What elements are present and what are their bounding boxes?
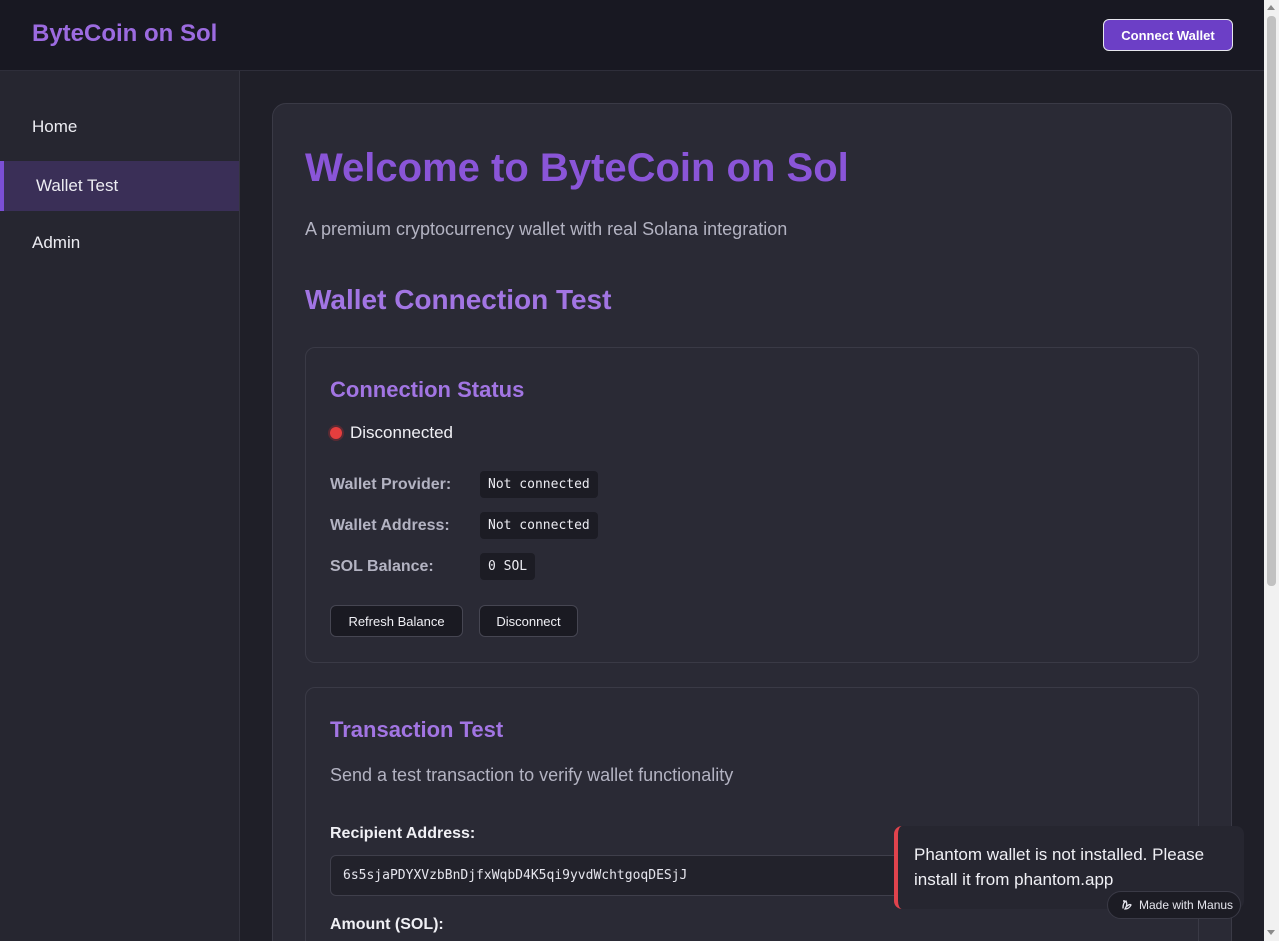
made-with-manus-label: Made with Manus	[1139, 898, 1234, 912]
connection-status-text: Disconnected	[350, 423, 454, 442]
transaction-description: Send a test transaction to verify wallet…	[330, 765, 734, 785]
connect-wallet-button[interactable]: Connect Wallet	[1103, 19, 1233, 51]
sidebar-item-admin[interactable]: Admin	[0, 218, 239, 268]
sidebar: Home Wallet Test Admin	[0, 71, 240, 941]
manus-logo-icon	[1122, 900, 1132, 910]
connection-status-card: Connection Status Disconnected Wallet Pr…	[305, 347, 1199, 663]
wallet-address-value: Not connected	[480, 512, 598, 539]
sol-balance-value: 0 SOL	[480, 553, 536, 580]
sol-balance-label: SOL Balance:	[330, 557, 434, 575]
amount-label: Amount (SOL):	[330, 916, 444, 933]
wallet-provider-label: Wallet Provider:	[330, 475, 452, 493]
scroll-thumb[interactable]	[1267, 16, 1276, 586]
connection-status-title: Connection Status	[330, 377, 525, 402]
recipient-address-label: Recipient Address:	[330, 825, 476, 842]
wallet-address-row: Wallet Address: Not connected	[330, 512, 598, 539]
scroll-up-icon[interactable]	[1267, 5, 1275, 10]
sidebar-item-wallet-test[interactable]: Wallet Test	[0, 161, 239, 211]
transaction-test-title: Transaction Test	[330, 717, 504, 742]
page-scrollbar[interactable]	[1264, 0, 1279, 941]
wallet-address-label: Wallet Address:	[330, 516, 450, 534]
section-title: Wallet Connection Test	[305, 284, 612, 315]
wallet-provider-value: Not connected	[480, 471, 598, 498]
brand-title[interactable]: ByteCoin on Sol	[32, 20, 217, 48]
scroll-down-icon[interactable]	[1267, 930, 1275, 935]
top-header: ByteCoin on Sol Connect Wallet	[0, 0, 1264, 71]
sidebar-item-home[interactable]: Home	[0, 102, 239, 152]
connection-status-row: Disconnected	[330, 423, 453, 443]
app-root: ByteCoin on Sol Connect Wallet Home Wall…	[0, 0, 1279, 941]
page-title: Welcome to ByteCoin on Sol	[305, 146, 849, 190]
refresh-balance-button[interactable]: Refresh Balance	[330, 605, 463, 637]
sol-balance-row: SOL Balance: 0 SOL	[330, 553, 536, 580]
made-with-manus-badge[interactable]: Made with Manus	[1107, 891, 1241, 919]
wallet-provider-row: Wallet Provider: Not connected	[330, 471, 598, 498]
status-dot-icon	[330, 427, 342, 439]
page-subtitle: A premium cryptocurrency wallet with rea…	[305, 219, 788, 239]
disconnect-button[interactable]: Disconnect	[479, 605, 578, 637]
